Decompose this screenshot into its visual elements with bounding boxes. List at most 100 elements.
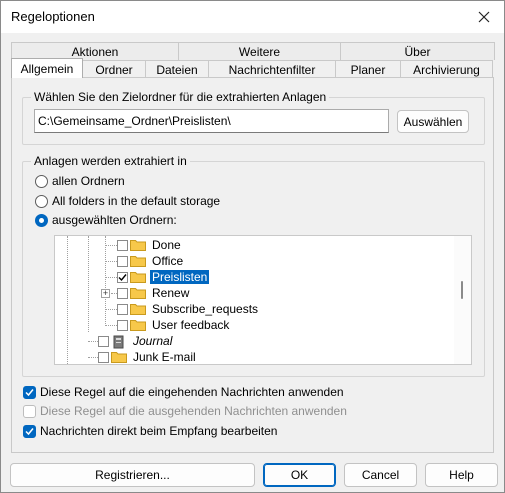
tab-archivierung[interactable]: Archivierung [400,60,493,78]
button-label: Auswählen [403,114,463,129]
radio-button[interactable] [35,213,48,227]
option-outgoing: Diese Regel auf die ausgehenden Nachrich… [23,404,347,418]
tab-label: Nachrichtenfilter [228,62,316,77]
checkbox [23,404,36,418]
tree-item-preislisten[interactable]: Preislisten [117,269,210,285]
tree-checkbox[interactable] [117,255,128,267]
checkmark-icon [118,273,127,281]
tree-item-journal[interactable]: Journal [98,333,174,349]
tab-ordner[interactable]: Ordner [82,60,146,78]
button-label: OK [290,468,309,482]
close-button[interactable] [464,1,504,33]
tree-checkbox[interactable] [117,287,128,299]
radio-button[interactable] [35,194,48,208]
dialog-window: Regeloptionen Aktionen Weitere Über Allg… [0,0,505,493]
tab-label: Über [404,44,431,59]
button-label: Help [449,468,474,482]
tab-label: Weitere [238,44,281,59]
radio-default-storage[interactable]: All folders in the default storage [35,194,220,208]
expand-icon[interactable]: + [101,289,110,298]
tree-item-label: Renew [152,286,190,300]
checkbox[interactable] [23,385,36,399]
tree-guide [105,277,117,278]
tree-item-junk-email[interactable]: Junk E-mail [98,349,198,364]
tree-item-user-feedback[interactable]: User feedback [117,317,231,333]
tree-item-label: Preislisten [150,270,210,284]
checkbox-label: Nachrichten direkt beim Empfang bearbeit… [40,424,278,438]
select-folder-button[interactable]: Auswählen [397,110,469,133]
checkmark-icon [25,388,34,396]
tree-guide [105,309,117,310]
tree-guide [105,325,117,326]
option-incoming[interactable]: Diese Regel auf die eingehenden Nachrich… [23,385,344,399]
tree-guide [67,236,68,364]
target-folder-legend: Wählen Sie den Zielordner für die extrah… [31,90,330,104]
tab-label: Planer [350,62,386,77]
tree-guide [105,261,117,262]
tab-nachrichtenfilter[interactable]: Nachrichtenfilter [208,60,336,78]
tab-label: Ordner [95,62,133,77]
tree-item-office[interactable]: Office [117,253,185,269]
tree-guide [88,357,98,358]
folder-icon [130,239,146,251]
tree-guide [105,236,106,326]
tree-checkbox[interactable] [117,319,128,331]
tab-label: Aktionen [71,44,119,59]
tab-label: Allgemein [20,61,74,76]
title-bar: Regeloptionen [1,1,504,33]
journal-icon [111,335,127,349]
tab-label: Archivierung [413,62,480,77]
tree-item-label: User feedback [152,318,230,332]
tree-checkbox[interactable] [117,239,128,251]
radio-all-folders[interactable]: allen Ordnern [35,174,125,188]
tree-item-subscribe-requests[interactable]: Subscribe_requests [117,301,260,317]
window-title: Regeloptionen [11,9,95,24]
cancel-button[interactable]: Cancel [344,463,417,487]
tree-checkbox[interactable] [98,351,109,363]
tab-allgemein[interactable]: Allgemein [11,58,83,78]
checkmark-icon [25,427,34,435]
tab-planer[interactable]: Planer [335,60,401,78]
tree-checkbox[interactable] [98,335,109,347]
tree-item-label: Journal [133,334,173,348]
radio-selected-folders[interactable]: ausgewählten Ordnern: [35,213,177,227]
folder-icon [130,255,146,267]
folder-icon [130,287,146,299]
target-path-input[interactable]: C:\Gemeinsame_Ordner\Preislisten\ [34,109,389,133]
folder-icon [130,303,146,315]
radio-label: ausgewählten Ordnern: [52,213,177,227]
button-label: Registrieren... [95,468,170,482]
tab-weitere[interactable]: Weitere [178,42,341,60]
tab-row-back: Aktionen Weitere Über [11,42,495,60]
tree-item-label: Done [152,238,181,252]
button-label: Cancel [361,468,400,482]
tree-item-renew[interactable]: Renew [117,285,191,301]
radio-label: allen Ordnern [52,174,125,188]
register-button[interactable]: Registrieren... [10,463,255,487]
tab-row-front: Allgemein Ordner Dateien Nachrichtenfilt… [11,58,494,78]
checkbox[interactable] [23,424,36,438]
folder-icon [111,351,127,363]
help-button[interactable]: Help [425,463,498,487]
tree-item-label: Subscribe_requests [152,302,259,316]
folder-icon [130,319,146,331]
tree-checkbox[interactable] [117,303,128,315]
scrollbar-thumb[interactable] [461,281,463,299]
tree-item-done[interactable]: Done [117,237,183,253]
tree-checkbox-checked[interactable] [117,271,128,283]
close-icon [478,11,490,23]
tree-item-label: Office [152,254,184,268]
radio-button[interactable] [35,174,48,188]
folder-tree[interactable]: Done Office Preislisten + Renew Subscrib… [54,235,472,365]
radio-label: All folders in the default storage [52,194,221,208]
tab-ueber[interactable]: Über [340,42,495,60]
tab-label: Dateien [156,62,198,77]
ok-button[interactable]: OK [263,463,336,487]
option-on-receive[interactable]: Nachrichten direkt beim Empfang bearbeit… [23,424,277,438]
extract-location-legend: Anlagen werden extrahiert in [31,154,190,168]
folder-icon [130,271,146,283]
tree-guide [88,341,98,342]
tab-dateien[interactable]: Dateien [145,60,209,78]
tree-scrollbar[interactable] [454,236,471,364]
checkbox-label: Diese Regel auf die eingehenden Nachrich… [40,385,344,399]
